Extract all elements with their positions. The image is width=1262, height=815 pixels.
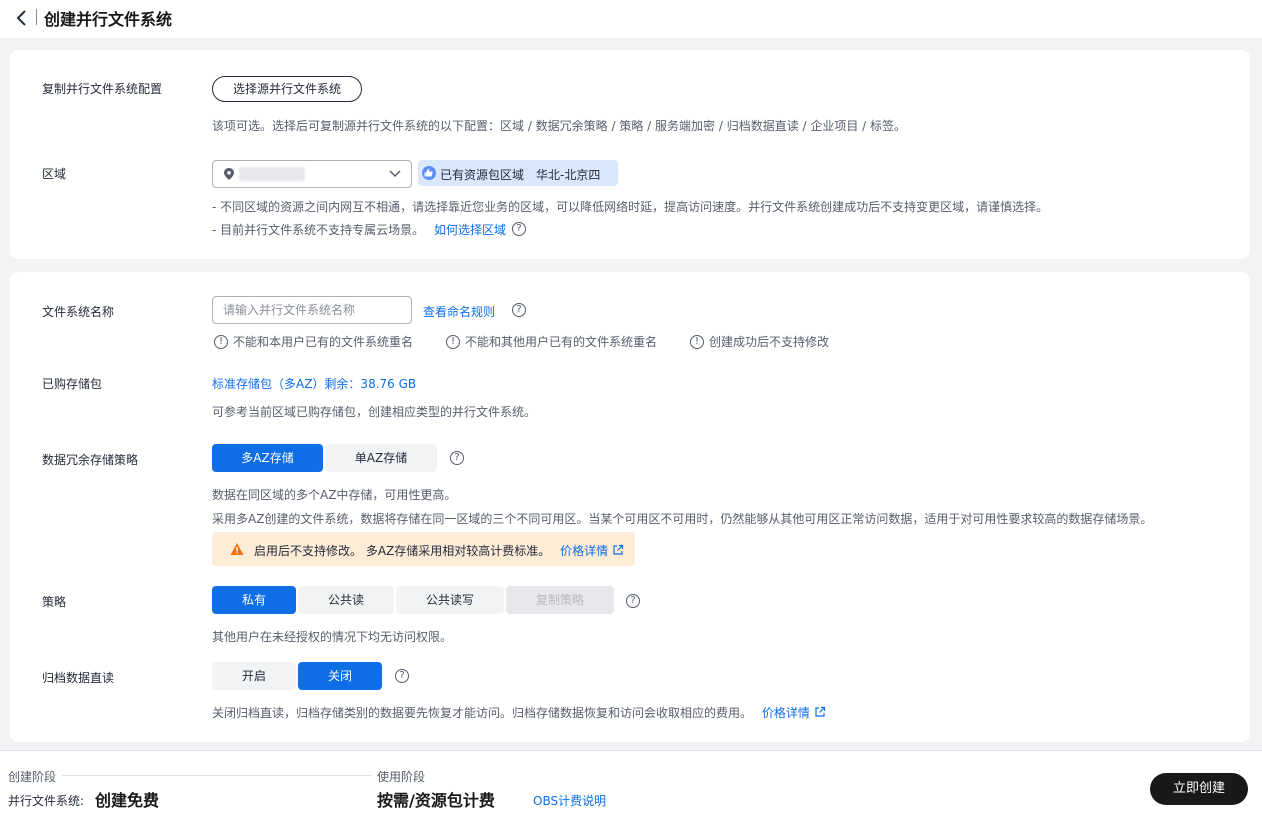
resource-package-badge: 已有资源包区域 华北-北京四	[418, 160, 618, 186]
package-value-link[interactable]: 标准存储包（多AZ）剩余：38.76 GB	[212, 375, 416, 392]
warning-icon	[230, 543, 244, 555]
question-icon[interactable]: ?	[450, 451, 464, 465]
external-link-icon	[613, 544, 624, 555]
how-to-choose-region-link[interactable]: 如何选择区域	[434, 223, 506, 237]
badge-region: 华北-北京四	[536, 168, 601, 182]
region-help-2-text: - 目前并行文件系统不支持专属云场景。	[212, 223, 425, 237]
name-rule-1-text: 不能和本用户已有的文件系统重名	[233, 335, 414, 349]
warning-text-wrapper: 启用后不支持修改。 多AZ存储采用相对较高计费标准。 价格详情	[254, 542, 624, 559]
badge-text: 已有资源包区域	[440, 168, 525, 182]
info-icon: !	[446, 334, 460, 349]
footer-bar: 创建阶段 并行文件系统: 创建免费 使用阶段 按需/资源包计费 OBS计费说明 …	[0, 750, 1262, 815]
name-rule-2: ! 不能和其他用户已有的文件系统重名	[446, 333, 657, 350]
thumbs-up-icon	[422, 166, 436, 180]
name-rule-1: ! 不能和本用户已有的文件系统重名	[214, 333, 413, 350]
copy-config-help: 该项可选。选择后可复制源并行文件系统的以下配置：区域 / 数据冗余策略 / 策略…	[212, 119, 907, 133]
policy-public-read-option[interactable]: 公共读	[298, 586, 394, 614]
archive-off-option[interactable]: 关闭	[298, 662, 382, 690]
archive-price-details-link[interactable]: 价格详情	[762, 706, 826, 720]
create-stage-value: 创建免费	[95, 791, 160, 810]
create-stage-label: 创建阶段	[8, 770, 57, 784]
single-az-option[interactable]: 单AZ存储	[325, 444, 437, 472]
policy-label: 策略	[42, 595, 67, 609]
price-details-link[interactable]: 价格详情	[560, 544, 624, 558]
archive-price-details-link-text: 价格详情	[761, 706, 810, 720]
archive-on-option[interactable]: 开启	[212, 662, 296, 690]
fs-name-label: 文件系统名称	[42, 305, 115, 319]
name-rule-3-text: 创建成功后不支持修改	[709, 335, 830, 349]
archive-help-text: 关闭归档直读，归档存储类别的数据要先恢复才能访问。归档存储数据恢复和访问会收取相…	[212, 706, 753, 720]
package-help: 可参考当前区域已购存储包，创建相应类型的并行文件系统。	[212, 405, 537, 419]
question-icon[interactable]: ?	[512, 222, 526, 236]
page-title: 创建并行文件系统	[44, 10, 173, 29]
warning-banner: 启用后不支持修改。 多AZ存储采用相对较高计费标准。 价格详情	[212, 532, 635, 566]
location-pin-icon	[224, 168, 234, 180]
region-label: 区域	[42, 167, 67, 181]
create-stage-key: 并行文件系统:	[8, 794, 85, 808]
page-header: 创建并行文件系统	[0, 0, 1262, 38]
archive-help: 关闭归档直读，归档存储类别的数据要先恢复才能访问。归档存储数据恢复和访问会收取相…	[212, 704, 826, 721]
back-arrow-icon[interactable]	[14, 8, 30, 28]
policy-copy-option: 复制策略	[506, 586, 614, 614]
usage-stage-value: 按需/资源包计费	[377, 791, 495, 810]
fs-name-input[interactable]	[212, 296, 412, 324]
info-icon: !	[690, 334, 704, 349]
chevron-down-icon	[389, 170, 401, 178]
external-link-icon	[815, 706, 825, 717]
region-value-redacted	[239, 167, 305, 181]
redundancy-label: 数据冗余存储策略	[42, 453, 139, 467]
region-help-1: - 不同区域的资源之间内网互不相通，请选择靠近您业务的区域，可以降低网络时延，提…	[212, 200, 1049, 214]
package-label: 已购存储包	[42, 377, 103, 391]
naming-rules-wrapper: 查看命名规则	[423, 303, 495, 320]
create-now-button[interactable]: 立即创建	[1150, 773, 1248, 805]
info-icon: !	[214, 334, 228, 349]
copy-config-label: 复制并行文件系统配置	[42, 82, 163, 96]
policy-public-read-write-option[interactable]: 公共读写	[396, 586, 504, 614]
question-icon[interactable]: ?	[512, 303, 526, 317]
warning-text: 启用后不支持修改。 多AZ存储采用相对较高计费标准。	[254, 544, 551, 558]
header-divider	[36, 9, 37, 25]
region-select[interactable]	[212, 160, 412, 188]
stage-divider	[62, 775, 372, 776]
redundancy-help-1: 数据在同区域的多个AZ中存储，可用性更高。	[212, 488, 457, 502]
multi-az-option[interactable]: 多AZ存储	[212, 444, 323, 472]
policy-help: 其他用户在未经授权的情况下均无访问权限。	[212, 630, 453, 644]
obs-billing-link[interactable]: OBS计费说明	[533, 792, 606, 809]
policy-private-option[interactable]: 私有	[212, 586, 296, 614]
usage-stage-label: 使用阶段	[377, 770, 426, 784]
redundancy-help-2: 采用多AZ创建的文件系统，数据将存储在同一区域的三个不同可用区。当某个可用区不可…	[212, 512, 1153, 526]
region-help-2: - 目前并行文件系统不支持专属云场景。 如何选择区域	[212, 221, 506, 238]
select-source-button[interactable]: 选择源并行文件系统	[212, 76, 362, 102]
question-icon[interactable]: ?	[395, 669, 409, 683]
price-details-link-text: 价格详情	[560, 544, 609, 558]
name-rule-3: ! 创建成功后不支持修改	[690, 333, 829, 350]
question-icon[interactable]: ?	[626, 594, 640, 608]
detail-config-card: 文件系统名称 查看命名规则 ? ! 不能和本用户已有的文件系统重名 ! 不能和其…	[10, 272, 1250, 742]
archive-label: 归档数据直读	[42, 671, 115, 685]
name-rule-2-text: 不能和其他用户已有的文件系统重名	[465, 335, 658, 349]
basic-config-card: 复制并行文件系统配置 选择源并行文件系统 该项可选。选择后可复制源并行文件系统的…	[10, 50, 1250, 259]
naming-rules-link[interactable]: 查看命名规则	[423, 305, 495, 319]
